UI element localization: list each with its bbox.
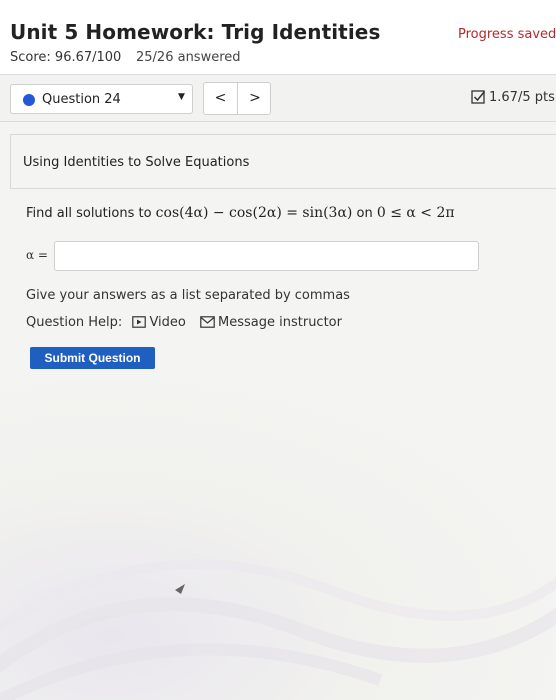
message-instructor-link[interactable]: Message instructor [200, 315, 342, 330]
message-instructor-label: Message instructor [218, 315, 342, 330]
question-pager: < > [203, 82, 271, 115]
points-indicator: 1.67/5 pts [471, 89, 555, 105]
question-select-label: Question 24 [42, 92, 121, 107]
question-equation: cos(4α) − cos(2α) = sin(3α) [155, 205, 353, 221]
section-title: Using Identities to Solve Equations [23, 155, 250, 170]
section-header: Using Identities to Solve Equations [10, 134, 556, 189]
question-help-label: Question Help: [26, 315, 123, 330]
next-question-button[interactable]: > [238, 83, 272, 114]
page-title: Unit 5 Homework: Trig Identities [10, 20, 381, 44]
checkbox-check-icon [471, 90, 486, 104]
progress-status: Progress saved [458, 27, 556, 42]
question-nav-bar: Question 24 ▼ < > 1.67/5 pts [0, 74, 556, 122]
answer-input[interactable] [54, 241, 479, 271]
question-prefix: Find all solutions to [26, 206, 156, 221]
question-help: Question Help: Video Message instructor [26, 315, 352, 330]
caret-down-icon: ▼ [178, 92, 185, 102]
question-status-dot-icon [23, 94, 35, 106]
points-text: 1.67/5 pts [489, 90, 555, 105]
answer-label: α = [26, 248, 48, 262]
question-range: 0 ≤ α < 2π [376, 205, 455, 221]
answer-format-hint: Give your answers as a list separated by… [26, 288, 350, 303]
homework-page: Unit 5 Homework: Trig Identities Score: … [0, 0, 556, 700]
question-text: Find all solutions to cos(4α) − cos(2α) … [26, 205, 455, 221]
video-help-label: Video [149, 315, 186, 330]
background-area [0, 380, 556, 700]
video-icon [132, 316, 147, 328]
video-help-link[interactable]: Video [132, 315, 186, 330]
submit-question-button[interactable]: Submit Question [30, 347, 155, 369]
previous-question-button[interactable]: < [204, 83, 238, 114]
score-text: Score: 96.67/100 [10, 50, 122, 65]
assignment-header: Unit 5 Homework: Trig Identities Score: … [0, 0, 556, 74]
answered-count: 25/26 answered [136, 50, 241, 65]
question-select[interactable]: Question 24 ▼ [10, 84, 193, 114]
question-on-word: on [352, 206, 377, 221]
envelope-icon [200, 316, 215, 328]
